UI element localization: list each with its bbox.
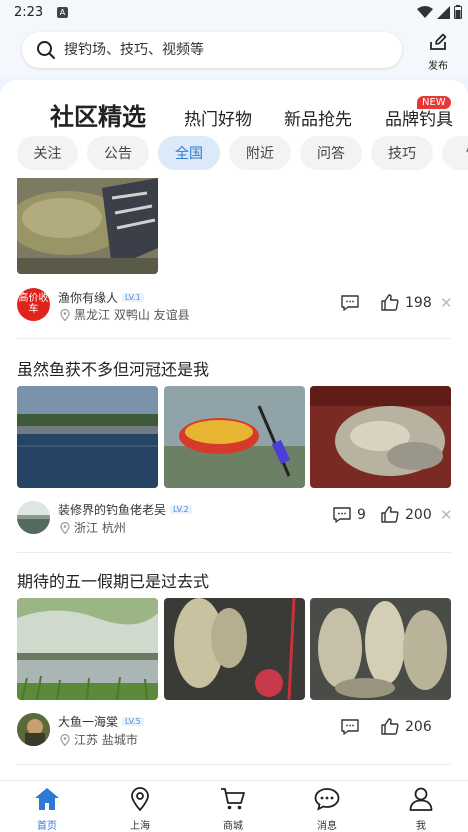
search-input[interactable]	[64, 42, 364, 58]
search-icon	[37, 41, 55, 59]
divider	[17, 552, 451, 553]
nav-shop[interactable]: 商城	[203, 787, 263, 832]
chip-tips[interactable]: 技巧	[371, 136, 433, 170]
chip-nearby[interactable]: 附近	[229, 136, 291, 170]
location-text: 浙江 杭州	[74, 521, 126, 535]
cart-icon	[221, 788, 245, 810]
level-badge: LV.2	[170, 505, 192, 514]
post-photo[interactable]	[17, 598, 158, 700]
comment-icon	[333, 507, 351, 523]
chip-announcement[interactable]: 公告	[87, 136, 149, 170]
nav-city-label: 上海	[130, 821, 150, 832]
post-location: 浙江 杭州	[60, 519, 126, 536]
comment-icon	[341, 719, 359, 735]
new-badge: NEW	[417, 96, 451, 109]
chip-nationwide[interactable]: 全国	[158, 136, 220, 170]
chip-bait[interactable]: 饵	[442, 136, 468, 170]
wifi-icon	[417, 5, 433, 18]
like-count: 206	[405, 718, 432, 735]
post-title[interactable]: 期待的五一假期已是过去式	[17, 568, 209, 592]
location-pin-icon	[60, 308, 70, 321]
avatar-text: 高价收车	[18, 293, 49, 315]
post-photo[interactable]	[310, 598, 451, 700]
category-tabs: 社区精选 热门好物 新品抢先 品牌钓具 NEW	[0, 88, 468, 136]
comment-button[interactable]: 9	[333, 507, 366, 523]
like-button[interactable]: 198	[381, 294, 432, 311]
avatar[interactable]: 高价收车	[17, 288, 50, 321]
like-button[interactable]: 206	[381, 718, 432, 735]
comment-button[interactable]	[341, 295, 365, 311]
nav-shop-label: 商城	[223, 821, 243, 832]
location-text: 黑龙江 双鸭山 友谊县	[74, 308, 190, 322]
level-badge: LV.5	[122, 717, 144, 726]
location-pin-icon	[131, 787, 149, 812]
post-feed: 高价收车 渔你有缘人 LV.1 黑龙江 双鸭山 友谊县 198 ✕ 虽然鱼获不多但…	[0, 178, 468, 780]
filter-chips: 关注 公告 全国 附近 问答 技巧 饵	[0, 136, 468, 172]
post-location: 黑龙江 双鸭山 友谊县	[60, 306, 190, 323]
dismiss-icon[interactable]: ✕	[440, 294, 453, 312]
message-icon	[314, 788, 340, 811]
sim-icon: A	[57, 7, 68, 18]
tab-new-releases[interactable]: 新品抢先	[284, 105, 352, 130]
avatar[interactable]	[17, 713, 50, 746]
search-bar[interactable]	[22, 32, 402, 68]
avatar[interactable]	[17, 501, 50, 534]
edit-icon	[430, 33, 447, 50]
post-location: 江苏 盐城市	[60, 731, 138, 748]
signal-icon	[437, 5, 450, 19]
location-pin-icon	[60, 733, 70, 746]
divider	[17, 338, 451, 339]
tab-community-picks[interactable]: 社区精选	[50, 97, 146, 132]
nav-profile-label: 我	[416, 821, 426, 832]
nav-messages[interactable]: 消息	[297, 787, 357, 832]
thumbs-up-icon	[381, 506, 399, 523]
post-photo[interactable]	[310, 386, 451, 488]
nav-city[interactable]: 上海	[110, 787, 170, 832]
level-badge: LV.1	[122, 293, 144, 302]
nav-profile[interactable]: 我	[391, 787, 451, 832]
author-name[interactable]: 大鱼一海棠 LV.5	[58, 713, 144, 730]
publish-button[interactable]: 发布	[420, 32, 456, 72]
divider	[17, 764, 451, 765]
author-name[interactable]: 渔你有缘人 LV.1	[58, 289, 144, 306]
post-photo[interactable]	[164, 598, 305, 700]
author-name-text: 渔你有缘人	[58, 291, 119, 305]
thumbs-up-icon	[381, 718, 399, 735]
like-count: 200	[405, 506, 432, 523]
home-icon	[35, 788, 59, 810]
bottom-nav: 首页 上海 商城 消息 我	[0, 780, 468, 832]
post-photo[interactable]	[17, 178, 158, 274]
location-text: 江苏 盐城市	[74, 733, 138, 747]
battery-icon	[454, 5, 462, 19]
like-count: 198	[405, 294, 432, 311]
nav-home-label: 首页	[37, 821, 57, 832]
dismiss-icon[interactable]: ✕	[440, 506, 453, 524]
thumbs-up-icon	[381, 294, 399, 311]
publish-label: 发布	[428, 61, 448, 72]
comment-button[interactable]	[341, 719, 365, 735]
location-pin-icon	[60, 521, 70, 534]
comment-count: 9	[357, 507, 366, 523]
chip-follow[interactable]: 关注	[17, 136, 78, 170]
post-photo[interactable]	[164, 386, 305, 488]
chip-qa[interactable]: 问答	[300, 136, 362, 170]
status-icons	[417, 5, 462, 19]
author-name-text: 装修界的钓鱼佬老吴	[58, 503, 167, 517]
post-title[interactable]: 虽然鱼获不多但河冠还是我	[17, 356, 209, 380]
post-photo[interactable]	[17, 386, 158, 488]
author-name[interactable]: 装修界的钓鱼佬老吴 LV.2	[58, 501, 192, 518]
status-bar: 2:23 A	[0, 0, 468, 26]
status-time: 2:23	[14, 5, 44, 20]
like-button[interactable]: 200	[381, 506, 432, 523]
main-content: 社区精选 热门好物 新品抢先 品牌钓具 NEW 关注 公告 全国 附近 问答 技…	[0, 80, 468, 780]
top-bar: 发布	[0, 26, 468, 76]
author-name-text: 大鱼一海棠	[58, 715, 119, 729]
tab-hot-items[interactable]: 热门好物	[184, 105, 252, 130]
comment-icon	[341, 295, 359, 311]
nav-messages-label: 消息	[317, 821, 337, 832]
nav-home[interactable]: 首页	[17, 787, 77, 832]
person-icon	[409, 787, 433, 811]
